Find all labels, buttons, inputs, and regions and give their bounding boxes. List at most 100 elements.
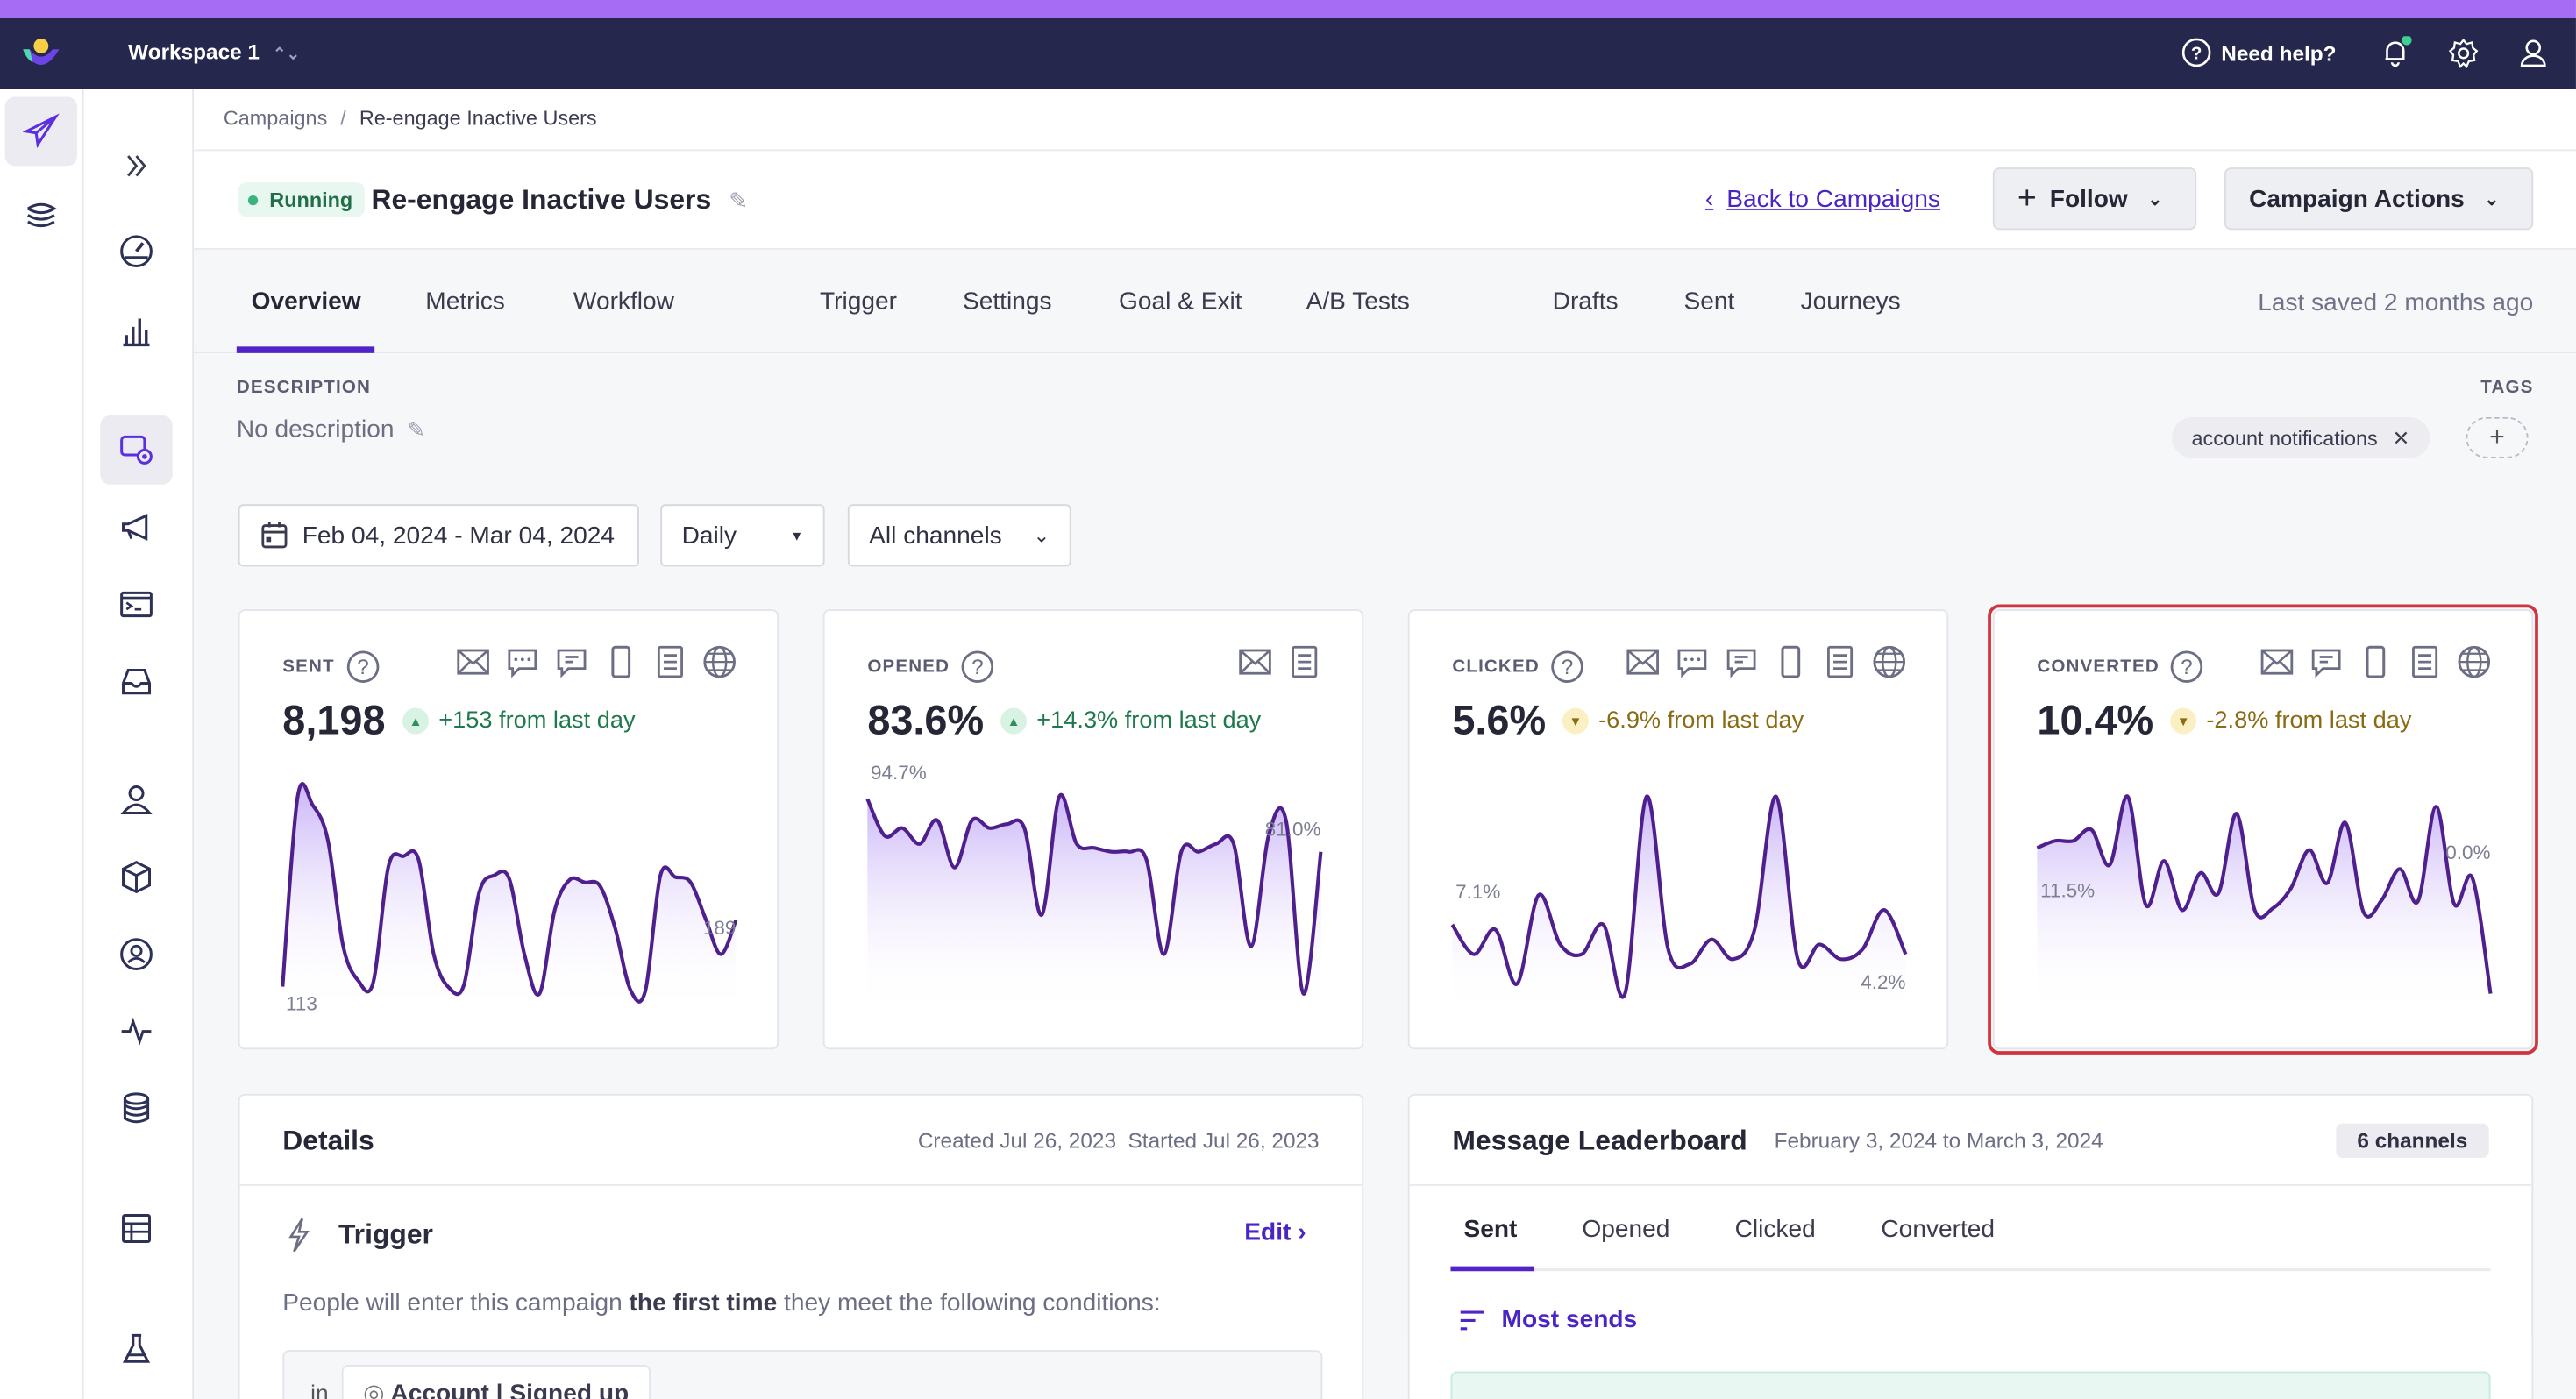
rail-data[interactable] [5, 181, 77, 250]
rail-messages-target[interactable] [100, 415, 173, 485]
rail-inbox[interactable] [100, 647, 172, 716]
mobile-icon[interactable] [603, 643, 639, 679]
sparkline-area [282, 784, 737, 1014]
user-icon[interactable] [2518, 38, 2548, 67]
sparkline-chart: 7.1% 4.2% [1450, 794, 1908, 1014]
email-icon[interactable] [1237, 643, 1273, 679]
metric-title: SENT [282, 657, 335, 677]
email-icon[interactable] [455, 643, 491, 679]
inbox-icon[interactable] [1286, 643, 1322, 679]
campaign-header: Running Re-engage Inactive Users ✎ ‹ Back… [194, 151, 2576, 250]
metric-card-opened[interactable]: OPENED? 83.6% ▲ +14.3% from last day 94.7% 81… [822, 609, 1364, 1050]
svg-text:?: ? [2181, 656, 2194, 679]
pencil-icon[interactable]: ✎ [729, 188, 748, 214]
add-tag-button[interactable]: + [2466, 416, 2529, 458]
help-button[interactable]: ? Need help? [2181, 38, 2337, 67]
logo-icon[interactable] [19, 38, 62, 70]
active-tab-indicator [236, 346, 375, 353]
rail-flask[interactable] [100, 1314, 172, 1383]
campaign-tabs: Last saved 2 months ago Overview Metrics W… [194, 250, 2576, 353]
chevron-updown-icon: ⌃⌄ [272, 46, 301, 65]
change-text: -2.8% from last day [2206, 707, 2412, 735]
metric-card-clicked[interactable]: CLICKED? 5.6% ▼ -6.9% from last day 7.1% 4.2% [1407, 609, 1949, 1050]
rail-person[interactable] [100, 765, 172, 834]
bell-icon[interactable] [2379, 36, 2412, 68]
campaign-actions-button[interactable]: Campaign Actions ⌄ [2224, 167, 2534, 231]
channel-icons [1237, 643, 1322, 679]
expand-sidebar-icon [127, 155, 146, 177]
tab-trigger[interactable]: Trigger [820, 288, 897, 316]
leaderboard-tab-converted[interactable]: Converted [1881, 1216, 1995, 1244]
help-icon[interactable]: ? [959, 649, 995, 685]
close-icon[interactable]: ✕ [2393, 425, 2410, 450]
rail-table[interactable] [100, 1194, 172, 1263]
web-icon[interactable] [701, 643, 737, 679]
rail-terminal[interactable] [100, 570, 172, 639]
gear-icon[interactable] [2448, 38, 2480, 69]
help-icon[interactable]: ? [2169, 649, 2205, 685]
interval-select[interactable]: Daily ▼ [660, 504, 825, 567]
rail-analytics-bar[interactable] [100, 297, 172, 366]
push-icon[interactable] [1674, 643, 1710, 679]
triangle-up-icon: ▲ [402, 707, 430, 735]
email-icon[interactable] [2259, 643, 2295, 679]
metric-card-converted[interactable]: CONVERTED? 10.4% ▼ -2.8% from last day 11.5%… [1988, 604, 2538, 1055]
help-icon[interactable]: ? [1549, 649, 1585, 685]
tab-drafts[interactable]: Drafts [1553, 288, 1619, 316]
mobile-icon[interactable] [1773, 643, 1809, 679]
rail-database[interactable] [100, 1074, 172, 1143]
help-icon[interactable]: ? [345, 649, 381, 685]
workspace-name: Workspace 1 [128, 39, 260, 65]
leaderboard-row[interactable] [1450, 1371, 2491, 1399]
sentence-bold: the first time [629, 1289, 778, 1317]
rail-activity-pulse[interactable] [100, 997, 172, 1066]
metric-card-sent[interactable]: SENT? 8,198 ▲ +153 from last day 113 189 [238, 609, 779, 1050]
metric-title: CONVERTED [2037, 657, 2160, 677]
leaderboard-tab-clicked[interactable]: Clicked [1735, 1216, 1816, 1244]
metric-value: 5.6% [1452, 698, 1547, 744]
app-rail [0, 89, 84, 1399]
leaderboard-range: February 3, 2024 to March 3, 2024 [1774, 1128, 2103, 1154]
rail-cube[interactable] [100, 842, 172, 912]
pencil-icon[interactable]: ✎ [407, 416, 424, 443]
tab-metrics[interactable]: Metrics [425, 288, 505, 316]
svg-text:?: ? [1562, 656, 1574, 679]
leaderboard-tab-sent[interactable]: Sent [1463, 1216, 1517, 1244]
tab-journeys[interactable]: Journeys [1801, 288, 1901, 316]
rail-account-circle[interactable] [100, 920, 172, 989]
tab-a-b-tests[interactable]: A/B Tests [1306, 288, 1410, 316]
description-field[interactable]: No description ✎ [237, 415, 425, 444]
date-range-picker[interactable]: Feb 04, 2024 - Mar 04, 2024 [238, 504, 639, 567]
rail-campaigns[interactable] [4, 96, 78, 167]
sort-icon [1460, 1310, 1484, 1330]
rail-expand-sidebar[interactable] [100, 131, 172, 201]
breadcrumb-campaigns[interactable]: Campaigns [224, 107, 327, 130]
web-icon[interactable] [1871, 643, 1907, 679]
web-icon[interactable] [2456, 643, 2492, 679]
mobile-icon[interactable] [2358, 643, 2394, 679]
tab-settings[interactable]: Settings [963, 288, 1052, 316]
inbox-icon[interactable] [652, 643, 688, 679]
sort-button[interactable]: Most sends [1459, 1306, 1637, 1333]
rail-dashboard-gauge[interactable] [100, 217, 172, 286]
workspace-switcher[interactable]: Workspace 1 ⌃⌄ [128, 39, 300, 64]
tab-goal-exit[interactable]: Goal & Exit [1119, 288, 1242, 316]
sms-icon[interactable] [553, 643, 589, 679]
tab-overview[interactable]: Overview [252, 288, 361, 316]
push-icon[interactable] [504, 643, 540, 679]
leaderboard-tab-opened[interactable]: Opened [1582, 1216, 1669, 1244]
channels-select[interactable]: All channels ⌄ [847, 504, 1071, 567]
svg-text:?: ? [971, 656, 984, 679]
tab-sent[interactable]: Sent [1684, 288, 1735, 316]
tab-workflow[interactable]: Workflow [573, 288, 674, 316]
back-to-campaigns-link[interactable]: ‹ Back to Campaigns [1705, 186, 1940, 214]
sms-icon[interactable] [1724, 643, 1760, 679]
email-icon[interactable] [1625, 643, 1661, 679]
sms-icon[interactable] [2309, 643, 2345, 679]
inbox-icon[interactable] [1822, 643, 1858, 679]
follow-button[interactable]: + Follow ⌄ [1992, 167, 2197, 231]
condition-chip[interactable]: ◎ Account | Signed up [341, 1365, 651, 1399]
rail-megaphone[interactable] [100, 493, 172, 562]
inbox-icon[interactable] [2407, 643, 2443, 679]
edit-trigger-link[interactable]: Edit › [1244, 1218, 1306, 1246]
